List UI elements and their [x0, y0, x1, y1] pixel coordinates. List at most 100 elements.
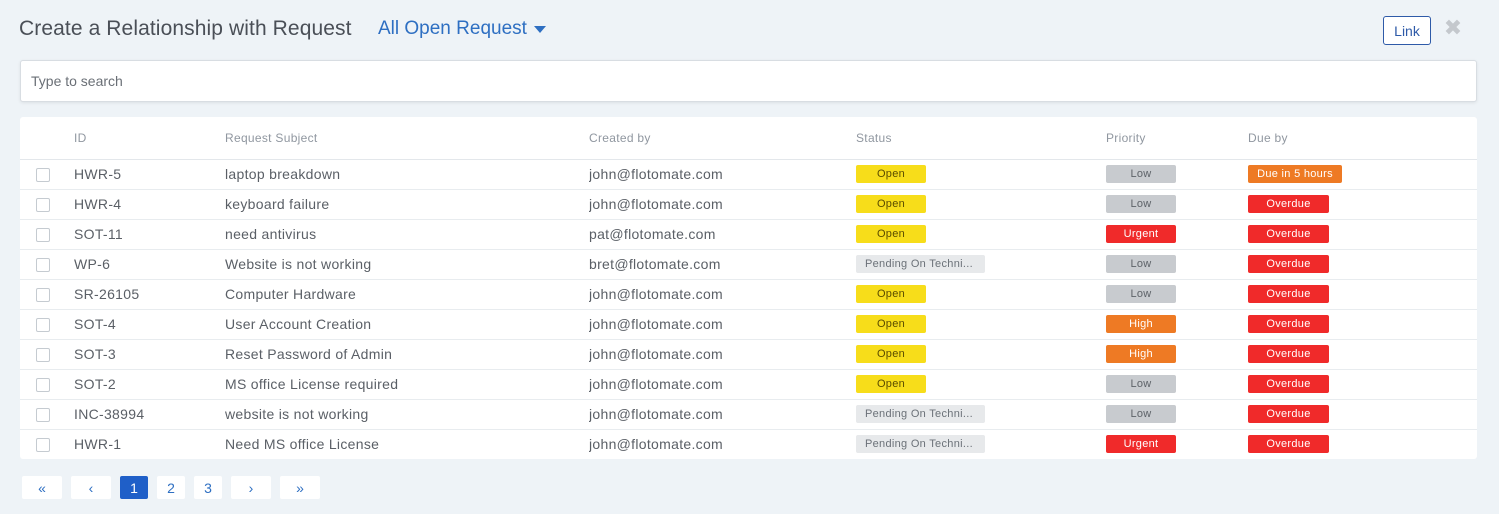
- due-cell: Overdue: [1248, 429, 1477, 459]
- request-created-by: john@flotomate.com: [589, 369, 856, 400]
- row-checkbox[interactable]: [36, 438, 50, 453]
- status-cell: Open: [856, 219, 1106, 250]
- due-badge: Overdue: [1248, 345, 1329, 364]
- search-input[interactable]: [21, 61, 1476, 101]
- status-badge: Open: [856, 195, 926, 214]
- status-cell: Pending On Techni...: [856, 249, 1106, 280]
- row-select-cell: [20, 309, 74, 340]
- prev-page-button[interactable]: ‹: [71, 476, 111, 499]
- row-checkbox[interactable]: [36, 378, 50, 393]
- next-page-button[interactable]: ›: [231, 476, 271, 499]
- due-cell: Overdue: [1248, 399, 1477, 430]
- table-row[interactable]: HWR-4 keyboard failure john@flotomate.com O…: [20, 189, 1477, 220]
- due-cell: Overdue: [1248, 309, 1477, 340]
- row-checkbox[interactable]: [36, 318, 50, 333]
- column-header-id[interactable]: ID: [74, 117, 225, 160]
- modal-header: Create a Relationship with Request All O…: [19, 14, 1499, 48]
- request-subject: keyboard failure: [225, 189, 589, 220]
- status-cell: Open: [856, 279, 1106, 310]
- column-header-due-by[interactable]: Due by: [1248, 117, 1477, 160]
- row-checkbox[interactable]: [36, 348, 50, 363]
- table-row[interactable]: SOT-2 MS office License required john@flot…: [20, 369, 1477, 400]
- status-badge: Open: [856, 375, 926, 394]
- table-row[interactable]: HWR-1 Need MS office License john@flotomat…: [20, 429, 1477, 459]
- search-box: [20, 60, 1477, 102]
- row-checkbox[interactable]: [36, 168, 50, 183]
- row-checkbox[interactable]: [36, 288, 50, 303]
- due-cell: Overdue: [1248, 219, 1477, 250]
- table-row[interactable]: INC-38994 website is not working john@flot…: [20, 399, 1477, 430]
- status-badge: Open: [856, 345, 926, 364]
- request-subject: MS office License required: [225, 369, 589, 400]
- page-button-3[interactable]: 3: [194, 476, 222, 499]
- table-row[interactable]: SOT-3 Reset Password of Admin john@flotoma…: [20, 339, 1477, 370]
- due-cell: Overdue: [1248, 369, 1477, 400]
- priority-badge: Low: [1106, 375, 1176, 394]
- request-id: HWR-4: [74, 189, 225, 220]
- row-checkbox[interactable]: [36, 408, 50, 423]
- table-row[interactable]: SOT-11 need antivirus pat@flotomate.com Ope…: [20, 219, 1477, 250]
- row-select-cell: [20, 279, 74, 310]
- row-checkbox[interactable]: [36, 228, 50, 243]
- request-id: SOT-4: [74, 309, 225, 340]
- last-page-button[interactable]: »: [280, 476, 320, 499]
- row-checkbox[interactable]: [36, 198, 50, 213]
- row-select-cell: [20, 399, 74, 430]
- request-filter-dropdown[interactable]: All Open Request: [378, 18, 546, 40]
- due-cell: Due in 5 hours: [1248, 159, 1477, 190]
- link-button[interactable]: Link: [1383, 16, 1431, 45]
- priority-badge: Low: [1106, 165, 1176, 184]
- priority-badge: Urgent: [1106, 435, 1176, 454]
- status-cell: Open: [856, 369, 1106, 400]
- request-subject: need antivirus: [225, 219, 589, 250]
- request-created-by: pat@flotomate.com: [589, 219, 856, 250]
- due-badge: Overdue: [1248, 285, 1329, 304]
- request-created-by: john@flotomate.com: [589, 279, 856, 310]
- table-header-row: ID Request Subject Created by Status Pri…: [20, 117, 1477, 160]
- table-row[interactable]: SR-26105 Computer Hardware john@flotomate.…: [20, 279, 1477, 310]
- first-page-button[interactable]: «: [22, 476, 62, 499]
- table-row[interactable]: HWR-5 laptop breakdown john@flotomate.com O…: [20, 159, 1477, 190]
- status-badge: Open: [856, 165, 926, 184]
- status-cell: Open: [856, 309, 1106, 340]
- priority-cell: High: [1106, 339, 1248, 370]
- request-subject: laptop breakdown: [225, 159, 589, 190]
- request-created-by: john@flotomate.com: [589, 436, 724, 453]
- row-select-cell: [20, 429, 74, 459]
- column-header-priority[interactable]: Priority: [1106, 117, 1248, 160]
- due-cell: Overdue: [1248, 339, 1477, 370]
- row-select-cell: [20, 159, 74, 190]
- request-table: ID Request Subject Created by Status Pri…: [20, 117, 1477, 459]
- filter-label: All Open Request: [378, 18, 527, 39]
- due-cell: Overdue: [1248, 189, 1477, 220]
- priority-cell: Low: [1106, 369, 1248, 400]
- request-subject: website is not working: [225, 399, 589, 430]
- status-cell: Pending On Techni...: [856, 429, 1106, 459]
- table-row[interactable]: WP-6 Website is not working bret@flotomate…: [20, 249, 1477, 280]
- status-cell: Open: [856, 189, 1106, 220]
- priority-badge: Low: [1106, 195, 1176, 214]
- request-subject: Reset Password of Admin: [225, 339, 589, 370]
- page-button-2[interactable]: 2: [157, 476, 185, 499]
- page-button-1[interactable]: 1: [120, 476, 148, 499]
- request-created-by: bret@flotomate.com: [589, 249, 856, 280]
- row-select-cell: [20, 369, 74, 400]
- priority-cell: Urgent: [1106, 429, 1248, 459]
- priority-badge: Urgent: [1106, 225, 1176, 244]
- table-row[interactable]: SOT-4 User Account Creation john@flotomate…: [20, 309, 1477, 340]
- column-header-created-by[interactable]: Created by: [589, 117, 856, 160]
- priority-cell: Low: [1106, 399, 1248, 430]
- column-header-status[interactable]: Status: [856, 117, 1106, 160]
- close-icon[interactable]: ✖: [1443, 15, 1463, 40]
- due-badge: Overdue: [1248, 405, 1329, 424]
- priority-badge: Low: [1106, 285, 1176, 304]
- due-badge: Overdue: [1248, 435, 1329, 454]
- row-checkbox[interactable]: [36, 258, 50, 273]
- pagination: « ‹ 1 2 3 › »: [22, 476, 329, 499]
- request-id: WP-6: [74, 249, 225, 280]
- row-select-cell: [20, 339, 74, 370]
- due-cell: Overdue: [1248, 249, 1477, 280]
- request-created-by: john@flotomate.com: [589, 339, 856, 370]
- due-badge: Overdue: [1248, 255, 1329, 274]
- column-header-subject[interactable]: Request Subject: [225, 117, 589, 160]
